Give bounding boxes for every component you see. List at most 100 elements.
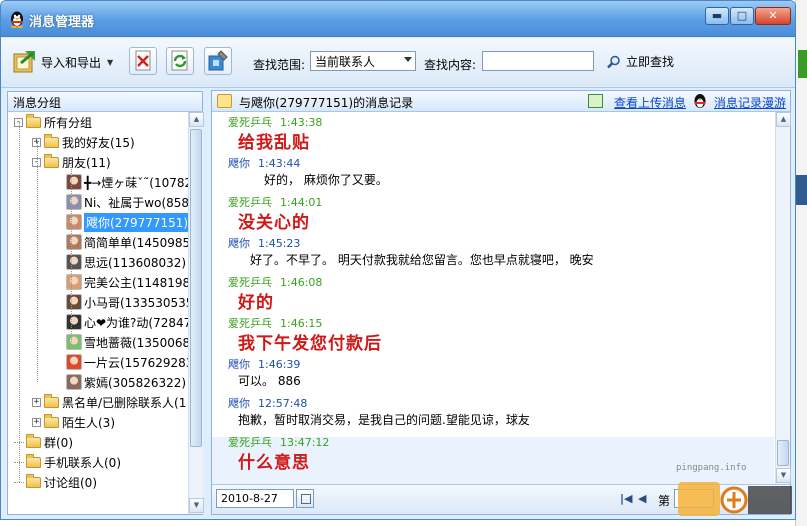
scroll-up-icon[interactable]: ▲ bbox=[776, 112, 791, 127]
view-uploaded-messages-link[interactable]: 查看上传消息 bbox=[614, 94, 686, 111]
import-export-icon bbox=[13, 51, 35, 73]
tree-connector bbox=[71, 162, 72, 342]
page-label: 第 bbox=[658, 494, 671, 508]
first-page-button[interactable]: |◀ bbox=[620, 492, 632, 505]
close-button[interactable]: ✕ bbox=[755, 7, 791, 25]
group-item[interactable]: + 陌生人(3) bbox=[32, 412, 115, 432]
search-now-label: 立即查找 bbox=[626, 55, 675, 69]
refresh-button[interactable] bbox=[166, 47, 194, 75]
scrollbar-thumb[interactable] bbox=[190, 129, 202, 447]
toolbar: 导入和导出 ▼ 查找范围: 当前联系人 查找内容: 立即查找 bbox=[1, 38, 795, 88]
upload-messages-icon bbox=[588, 94, 603, 108]
folder-icon bbox=[26, 433, 41, 448]
chevron-down-icon bbox=[404, 57, 412, 62]
sender-name: 飕你 bbox=[228, 157, 250, 170]
search-now-button[interactable]: 立即查找 bbox=[607, 53, 674, 70]
group-item[interactable]: 手机联系人(0) bbox=[14, 452, 121, 472]
sender-name: 飕你 bbox=[228, 237, 250, 250]
message-text: 好的， 麻烦你了又要。 bbox=[264, 173, 388, 187]
contact-item[interactable]: 思远(113608032) bbox=[66, 252, 186, 272]
contact-item[interactable]: Ni、祉属于wo(85821 bbox=[66, 192, 188, 212]
message-scrollbar[interactable]: ▲ ▼ bbox=[775, 112, 791, 484]
previous-page-button[interactable]: ◀ bbox=[638, 492, 646, 505]
dropdown-arrow-icon: ▼ bbox=[107, 57, 114, 67]
group-tree[interactable]: - 所有分组 + 我的好友(15) - 朋友(11) ╋→煙ヶ菋ˇ˜(10782 Ni、祉属于… bbox=[8, 112, 188, 514]
scroll-up-icon[interactable]: ▲ bbox=[189, 112, 204, 127]
tree-item-label: 手机联系人(0) bbox=[44, 455, 121, 470]
message-text: 给我乱贴 bbox=[238, 133, 310, 153]
expand-icon[interactable]: + bbox=[32, 417, 41, 427]
message-time: 1:46:08 bbox=[280, 276, 323, 289]
minimize-button[interactable]: ▬ bbox=[705, 7, 729, 25]
tree-item-label: ╋→煙ヶ菋ˇ˜(10782 bbox=[84, 175, 188, 190]
group-panel: 消息分组 - 所有分组 + 我的好友(15) - 朋友(11) ╋→煙ヶ菋ˇ˜(10782 N… bbox=[7, 91, 204, 515]
folder-icon bbox=[44, 153, 59, 168]
record-title: 与飕你(279777151)的消息记录 bbox=[239, 96, 414, 110]
message-text: 我下午发您付款后 bbox=[238, 334, 382, 354]
group-tree-scrollbar[interactable]: ▲ ▼ bbox=[188, 112, 204, 514]
message-text: 抱歉，暂时取消交易，是我自己的问题.望能见谅，球友 bbox=[238, 413, 530, 427]
tools-icon bbox=[208, 50, 228, 71]
message-text: 可以。 886 bbox=[238, 374, 301, 388]
avatar bbox=[66, 194, 82, 210]
scrollbar-thumb[interactable] bbox=[777, 440, 789, 466]
date-field[interactable]: 2010-8-27 bbox=[216, 489, 294, 508]
contact-item[interactable]: ╋→煙ヶ菋ˇ˜(10782 bbox=[66, 172, 188, 192]
tree-item-label: 群(0) bbox=[44, 435, 73, 450]
avatar bbox=[66, 174, 82, 190]
scroll-down-icon[interactable]: ▼ bbox=[189, 498, 204, 513]
message-record-icon bbox=[217, 94, 232, 108]
group-item[interactable]: 群(0) bbox=[14, 432, 73, 452]
contact-item[interactable]: 飕你(279777151) bbox=[66, 212, 188, 232]
watermark-logo bbox=[678, 482, 792, 516]
group-item[interactable]: + 黑名单/已删除联系人(1 bbox=[32, 392, 186, 412]
tools-button[interactable] bbox=[204, 47, 232, 75]
message-time: 1:45:23 bbox=[258, 237, 301, 250]
contact-item[interactable]: 简简单单(14509853 bbox=[66, 232, 188, 252]
message-record-panel: 与飕你(279777151)的消息记录 查看上传消息 消息记录漫游 爱死乒乓 1:… bbox=[211, 90, 791, 515]
folder-icon bbox=[26, 113, 41, 128]
group-item[interactable]: - 所有分组 bbox=[14, 112, 92, 132]
contact-item[interactable]: 心❤为谁?动(72847 bbox=[66, 312, 188, 332]
background-window bbox=[795, 0, 807, 526]
message-text: 什么意思 bbox=[238, 453, 310, 473]
search-content-label: 查找内容: bbox=[424, 58, 477, 72]
avatar bbox=[66, 274, 82, 290]
folder-icon bbox=[44, 133, 59, 148]
message-header: 飕你 12:57:48 bbox=[228, 395, 307, 411]
maximize-button[interactable]: □ bbox=[730, 7, 754, 25]
calendar-icon[interactable] bbox=[296, 489, 314, 508]
background-band bbox=[796, 175, 807, 205]
delete-button[interactable] bbox=[129, 47, 157, 75]
message-time: 1:46:39 bbox=[258, 358, 301, 371]
import-export-button[interactable]: 导入和导出 ▼ bbox=[11, 47, 113, 77]
search-content-input[interactable] bbox=[482, 51, 594, 71]
expand-icon[interactable]: + bbox=[32, 397, 41, 407]
contact-item[interactable]: 一片云(1576292833) bbox=[66, 352, 188, 372]
message-list[interactable]: 爱死乒乓 1:43:38 给我乱贴 飕你 1:43:44 好的， 麻烦你了又要。 爱死乒乓 1… bbox=[212, 112, 774, 484]
group-item[interactable]: + 我的好友(15) bbox=[32, 132, 135, 152]
title-bar[interactable]: 消息管理器 ▬ □ ✕ bbox=[1, 1, 795, 37]
avatar bbox=[66, 294, 82, 310]
contact-item[interactable]: 雪地蔷薇(13500682 bbox=[66, 332, 188, 352]
folder-icon bbox=[44, 393, 59, 408]
tree-item-label: 雪地蔷薇(13500682 bbox=[84, 335, 188, 350]
contact-item[interactable]: 小马哥(1335305359) bbox=[66, 292, 188, 312]
search-scope-select[interactable]: 当前联系人 bbox=[310, 51, 416, 71]
search-icon bbox=[607, 55, 620, 68]
contact-item[interactable]: 紫嫣(305826322) bbox=[66, 372, 186, 392]
tree-item-label: 黑名单/已删除联系人(1 bbox=[62, 395, 187, 410]
folder-icon bbox=[26, 453, 41, 468]
avatar bbox=[66, 374, 82, 390]
tree-item-label: 陌生人(3) bbox=[62, 415, 115, 430]
contact-item[interactable]: 完美公主(11481985 bbox=[66, 272, 188, 292]
group-panel-title: 消息分组 bbox=[8, 92, 202, 112]
background-green-block bbox=[798, 50, 807, 78]
group-item[interactable]: 讨论组(0) bbox=[14, 472, 97, 492]
folder-icon bbox=[44, 413, 59, 428]
search-scope-value: 当前联系人 bbox=[315, 55, 376, 69]
message-header: 飕你 1:46:39 bbox=[228, 356, 300, 372]
message-roaming-link[interactable]: 消息记录漫游 bbox=[714, 94, 786, 111]
record-header: 与飕你(279777151)的消息记录 查看上传消息 消息记录漫游 bbox=[212, 91, 790, 112]
folder-icon bbox=[26, 473, 41, 488]
